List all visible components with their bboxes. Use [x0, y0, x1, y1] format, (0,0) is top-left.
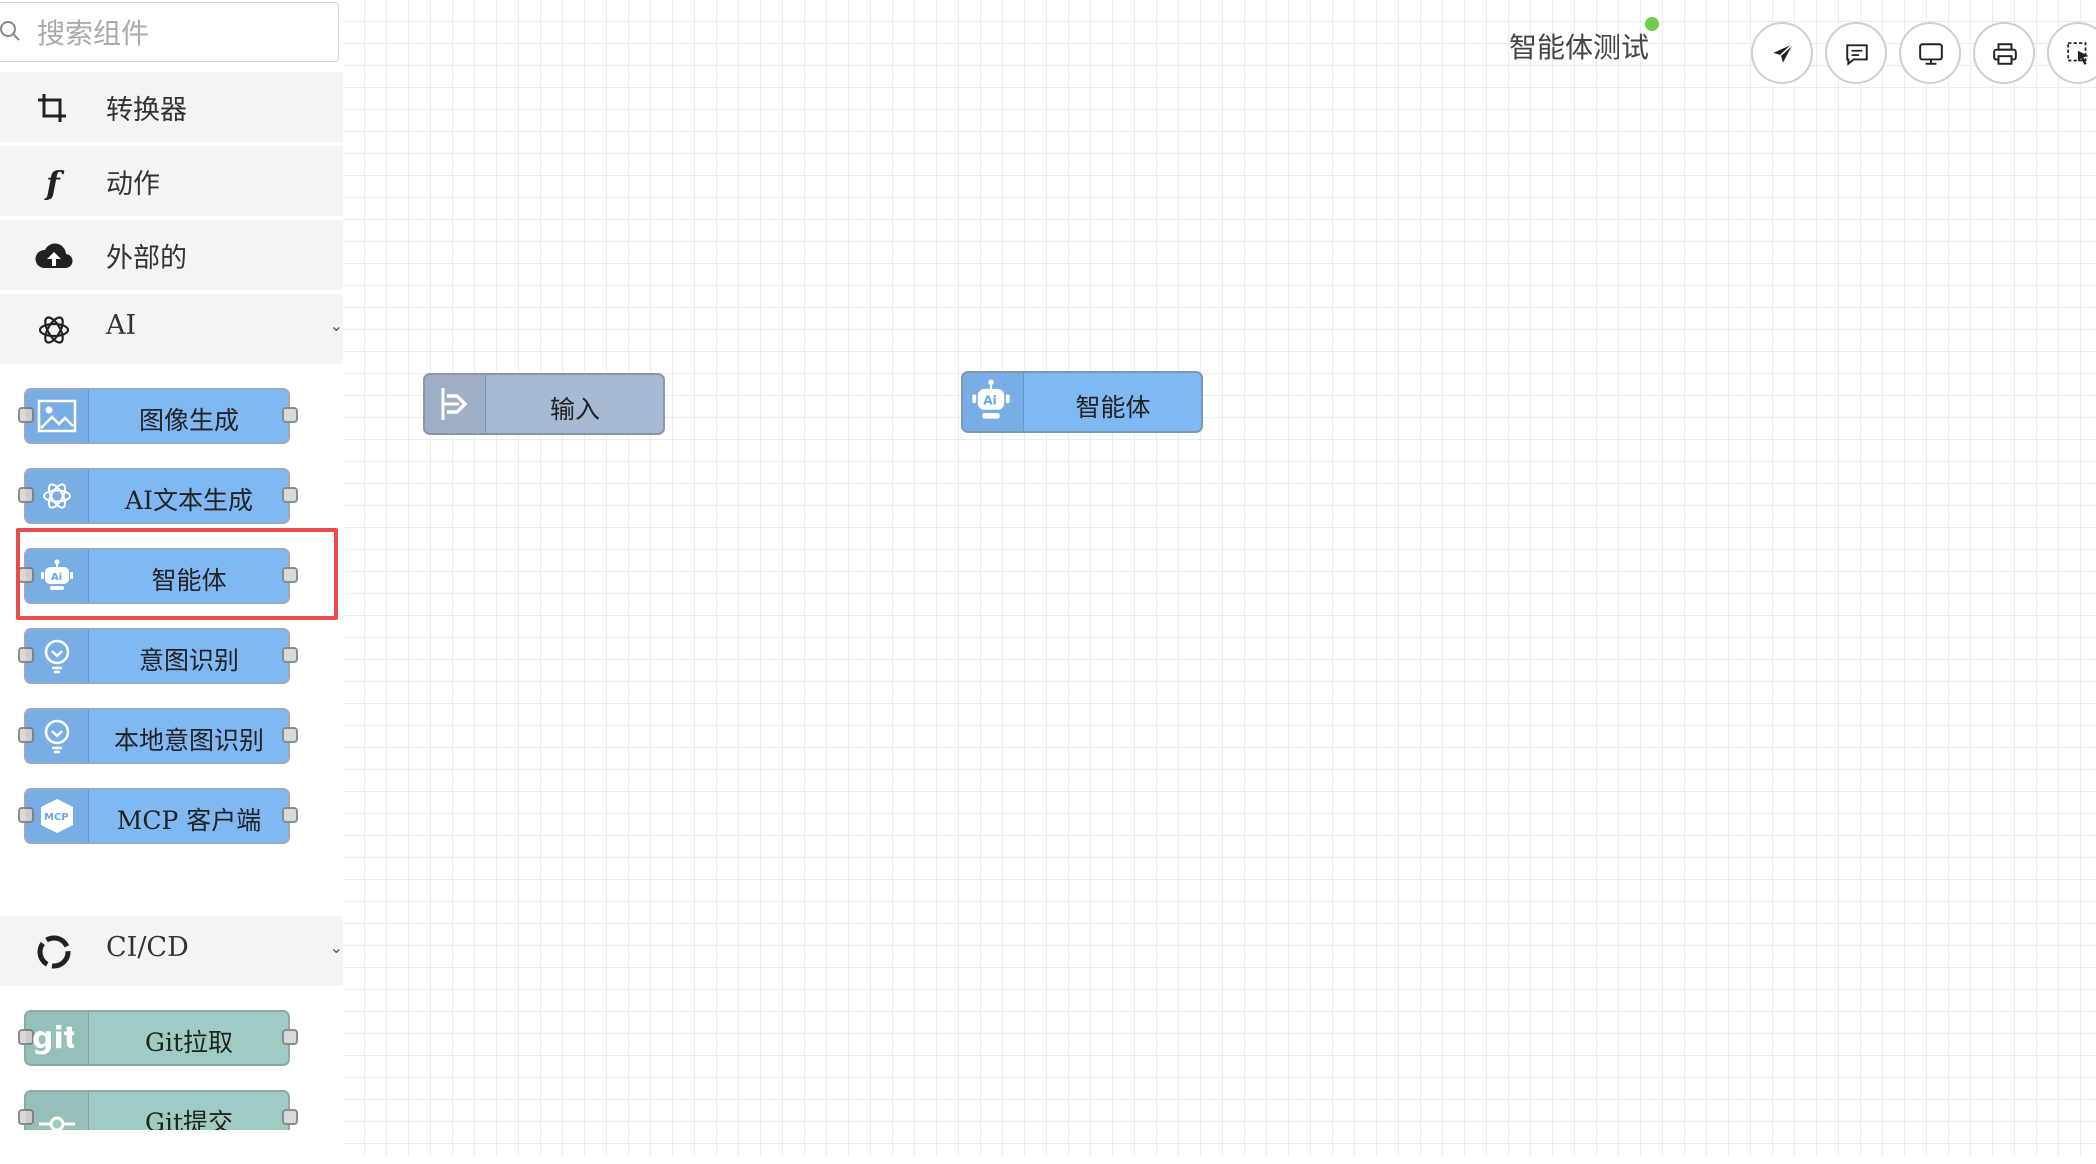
input-arrow-icon	[425, 375, 486, 433]
cloud-upload-icon	[35, 243, 73, 269]
comment-icon	[1846, 44, 1868, 66]
output-port	[282, 727, 298, 743]
node-label: 输入	[549, 395, 600, 424]
lightbulb-icon	[26, 710, 89, 762]
send-button[interactable]	[1751, 22, 1813, 84]
git-icon: git	[26, 1012, 89, 1064]
category-external[interactable]: 外部的	[0, 220, 343, 292]
cicd-ring-icon	[37, 935, 71, 969]
chevron-down-icon: ⌄	[329, 938, 343, 957]
output-port	[282, 487, 298, 503]
palette-node-git-pull[interactable]: git Git拉取	[18, 1010, 298, 1066]
flow-canvas[interactable]: 智能体测试 输入 Ai 智能体	[343, 0, 2096, 1156]
category-action[interactable]: f 动作	[0, 146, 343, 218]
output-port	[282, 647, 298, 663]
canvas-node-agent[interactable]: Ai 智能体	[961, 371, 1203, 433]
node-label: 图像生成	[138, 406, 239, 435]
canvas-node-input[interactable]: 输入	[423, 373, 665, 435]
mcp-icon: MCP	[26, 790, 89, 842]
node-palette-sidebar: 转换器 f 动作 外部的 AI ⌄	[0, 0, 343, 1130]
palette-node-git-commit[interactable]: Git提交	[18, 1090, 298, 1130]
output-port	[282, 1029, 298, 1045]
lightbulb-icon	[26, 630, 89, 682]
svg-text:Ai: Ai	[983, 393, 997, 407]
openai-icon	[26, 470, 89, 522]
monitor-icon	[1919, 43, 1943, 65]
palette-node-mcp-client[interactable]: MCP MCP 客户端	[18, 788, 298, 844]
svg-text:MCP: MCP	[44, 812, 69, 823]
search-input[interactable]	[35, 11, 329, 55]
node-label: Git拉取	[144, 1028, 233, 1057]
svg-text:f: f	[44, 164, 65, 200]
image-icon	[26, 390, 89, 442]
comment-button[interactable]	[1825, 22, 1887, 84]
flow-title: 智能体测试	[1509, 31, 1650, 64]
select-button[interactable]	[2047, 22, 2096, 84]
openai-icon	[38, 316, 70, 344]
category-label: AI	[106, 310, 137, 341]
output-port	[282, 407, 298, 423]
category-label: 外部的	[106, 243, 187, 274]
monitor-button[interactable]	[1899, 22, 1961, 84]
category-label: 转换器	[106, 95, 187, 126]
print-icon	[1993, 43, 2017, 65]
node-label: 本地意图识别	[113, 726, 264, 755]
svg-text:git: git	[32, 1021, 74, 1056]
category-cicd[interactable]: CI/CD ⌄	[0, 916, 343, 988]
category-label: 动作	[106, 169, 160, 200]
git-commit-icon	[26, 1092, 89, 1130]
palette-node-intent[interactable]: 意图识别	[18, 628, 298, 684]
search-icon	[0, 21, 20, 41]
node-label: 意图识别	[138, 646, 239, 675]
output-port	[282, 1109, 298, 1125]
output-port	[282, 807, 298, 823]
select-icon	[2067, 42, 2089, 65]
search-box[interactable]	[0, 2, 339, 62]
send-icon	[1773, 43, 1794, 63]
node-label: MCP 客户端	[116, 806, 262, 835]
node-label: AI文本生成	[125, 486, 253, 515]
status-indicator	[1645, 17, 1659, 31]
crop-icon	[38, 94, 66, 122]
palette-node-ai-text[interactable]: AI文本生成	[18, 468, 298, 524]
function-icon: f	[44, 164, 65, 200]
robot-icon: Ai	[963, 373, 1024, 431]
category-converter[interactable]: 转换器	[0, 72, 343, 144]
highlight-box	[16, 528, 338, 620]
print-button[interactable]	[1973, 22, 2035, 84]
category-ai[interactable]: AI ⌄	[0, 294, 343, 366]
palette-node-local-intent[interactable]: 本地意图识别	[18, 708, 298, 764]
node-label: 智能体	[1075, 393, 1151, 422]
node-label: Git提交	[144, 1108, 233, 1130]
category-label: CI/CD	[106, 932, 189, 963]
palette-node-image-generate[interactable]: 图像生成	[18, 388, 298, 444]
chevron-down-icon: ⌄	[329, 316, 343, 335]
